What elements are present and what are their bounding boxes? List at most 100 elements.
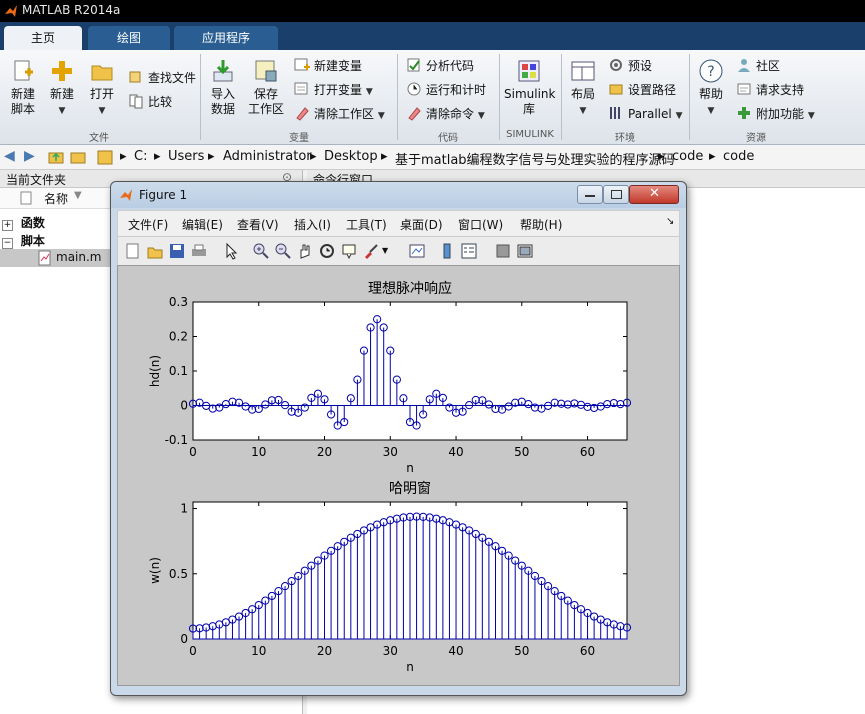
zoom-in-icon[interactable] xyxy=(252,242,270,260)
new-script-icon xyxy=(14,60,33,81)
name-column-header[interactable]: 名称 xyxy=(44,190,68,207)
crumb-project-folder[interactable]: 基于matlab编程数字信号与处理实验的程序源码 xyxy=(395,149,675,168)
run-time-icon xyxy=(407,82,421,96)
back-arrow-icon[interactable]: ◀ xyxy=(4,148,15,164)
file-row-main[interactable]: main.m xyxy=(0,249,110,267)
close-button[interactable]: ✕ xyxy=(629,185,679,204)
menu-file[interactable]: 文件(F) xyxy=(128,216,168,233)
expand-icon[interactable]: + xyxy=(2,220,13,231)
crumb-drive[interactable]: C: xyxy=(134,149,147,164)
new-script-button[interactable]: 新建 脚本 xyxy=(6,58,40,117)
plot1-x-tick-label: 0 xyxy=(189,445,197,459)
brush-icon[interactable] xyxy=(362,242,380,260)
plot2-y-tick-label: 0 xyxy=(180,632,188,646)
menu-window[interactable]: 窗口(W) xyxy=(458,216,503,233)
group-scripts-label: 脚本 xyxy=(20,234,45,248)
crumb-separator: ▸ xyxy=(310,149,317,164)
menu-desktop[interactable]: 桌面(D) xyxy=(400,216,443,233)
crumb-code-1[interactable]: code xyxy=(672,149,703,164)
print-icon[interactable] xyxy=(190,242,208,260)
data-cursor-icon[interactable] xyxy=(340,242,358,260)
group-scripts[interactable]: − 脚本 xyxy=(2,232,45,249)
plot1-x-tick-label: 20 xyxy=(317,445,332,459)
crumb-code-2[interactable]: code xyxy=(723,149,754,164)
plot1-y-tick-label: 0.1 xyxy=(169,364,188,378)
open-variable-button[interactable]: 打开变量 ▼ xyxy=(294,80,373,100)
plot1-x-tick-label: 50 xyxy=(514,445,529,459)
compare-button[interactable]: 比较 xyxy=(128,92,172,112)
find-files-button[interactable]: 查找文件 xyxy=(128,68,196,88)
figure-canvas: 0 10 20 30 40 50 60 -0.1 0 0.1 0.2 0.3 理想脉冲响应 n hd(n) 0… xyxy=(117,265,680,686)
plot2-x-tick-label: 40 xyxy=(448,644,463,658)
up-folder-icon[interactable] xyxy=(48,149,64,165)
clear-workspace-button[interactable]: 清除工作区 ▼ xyxy=(294,104,385,124)
group-label-file: 文件 xyxy=(89,133,109,144)
plot1-x-tick-label: 60 xyxy=(580,445,595,459)
plot2-title: 哈明窗 xyxy=(389,480,431,497)
crumb-desktop[interactable]: Desktop xyxy=(324,149,378,164)
new-figure-icon[interactable] xyxy=(124,242,142,260)
show-tools-icon[interactable] xyxy=(516,242,534,260)
maximize-button[interactable] xyxy=(603,185,629,204)
layout-icon xyxy=(571,61,595,81)
crumb-users[interactable]: Users xyxy=(168,149,204,164)
link-plot-icon[interactable] xyxy=(408,242,426,260)
app-title-bar: MATLAB R2014a xyxy=(0,0,865,22)
tab-apps[interactable]: 应用程序 xyxy=(174,26,278,50)
plot1-title: 理想脉冲响应 xyxy=(368,280,452,297)
preferences-button[interactable]: 预设 xyxy=(608,56,652,76)
browse-folder-icon[interactable] xyxy=(70,149,86,165)
minimize-button[interactable] xyxy=(577,185,603,204)
open-file-icon[interactable] xyxy=(146,242,164,260)
parallel-button[interactable]: Parallel ▼ xyxy=(608,104,682,124)
save-workspace-button[interactable]: 保存 工作区 xyxy=(246,58,286,117)
crumb-separator: ▸ xyxy=(658,149,665,164)
figure-toolbar: ▼ xyxy=(117,236,680,266)
zoom-out-icon[interactable] xyxy=(274,242,292,260)
import-label-2: 数据 xyxy=(210,102,235,116)
plot1-y-label: hd(n) xyxy=(148,355,162,387)
figure-title: Figure 1 xyxy=(139,188,188,202)
plot1-x-label: n xyxy=(406,461,414,475)
menu-help[interactable]: 帮助(H) xyxy=(520,216,562,233)
clear-commands-button[interactable]: 清除命令 ▼ xyxy=(406,104,485,124)
community-button[interactable]: 社区 xyxy=(736,56,780,76)
layout-button[interactable]: 布局 ▼ xyxy=(566,58,600,119)
new-button[interactable]: 新建 ▼ xyxy=(46,58,78,119)
colorbar-icon[interactable] xyxy=(438,242,456,260)
menu-dock-arrow-icon[interactable]: ↘ xyxy=(666,216,674,227)
forward-arrow-icon[interactable]: ▶ xyxy=(24,148,35,164)
collapse-icon[interactable]: − xyxy=(2,238,13,249)
select-arrow-icon[interactable] xyxy=(222,242,240,260)
rotate-3d-icon[interactable] xyxy=(318,242,336,260)
crumb-separator: ▸ xyxy=(154,149,161,164)
menu-tools[interactable]: 工具(T) xyxy=(346,216,387,233)
set-path-button[interactable]: 设置路径 xyxy=(608,80,676,100)
import-data-button[interactable]: 导入 数据 xyxy=(206,58,240,117)
brush-dropdown-icon[interactable]: ▼ xyxy=(382,246,400,264)
hide-tools-icon[interactable] xyxy=(494,242,512,260)
menu-edit[interactable]: 编辑(E) xyxy=(182,216,223,233)
open-button[interactable]: 打开 ▼ xyxy=(86,58,118,119)
tab-home[interactable]: 主页 xyxy=(4,26,82,50)
save-icon[interactable] xyxy=(168,242,186,260)
legend-icon[interactable] xyxy=(460,242,478,260)
help-button[interactable]: ? 帮助 ▼ xyxy=(694,58,728,119)
menu-insert[interactable]: 插入(I) xyxy=(294,216,331,233)
menu-view[interactable]: 查看(V) xyxy=(237,216,279,233)
new-variable-button[interactable]: 新建变量 xyxy=(294,56,362,76)
analyze-code-icon xyxy=(407,58,420,72)
add-ons-button[interactable]: 附加功能 ▼ xyxy=(736,104,815,124)
run-and-time-button[interactable]: 运行和计时 xyxy=(406,80,486,100)
figure-title-bar[interactable]: Figure 1 ✕ xyxy=(111,182,686,208)
simulink-library-button[interactable]: Simulink 库 xyxy=(504,58,555,117)
group-functions[interactable]: + 函数 xyxy=(2,214,45,231)
analyze-code-button[interactable]: 分析代码 xyxy=(406,56,474,76)
tab-plots[interactable]: 绘图 xyxy=(88,26,170,50)
request-support-button[interactable]: 请求支持 xyxy=(736,80,804,100)
crumb-administrator[interactable]: Administrator xyxy=(223,149,312,164)
pan-hand-icon[interactable] xyxy=(296,242,314,260)
plot1-y-tick-label: 0 xyxy=(180,399,188,413)
parallel-icon xyxy=(610,107,620,119)
figure-window[interactable]: Figure 1 ✕ 文件(F) 编辑(E) 查看(V) 插入(I) 工具(T)… xyxy=(110,181,687,696)
